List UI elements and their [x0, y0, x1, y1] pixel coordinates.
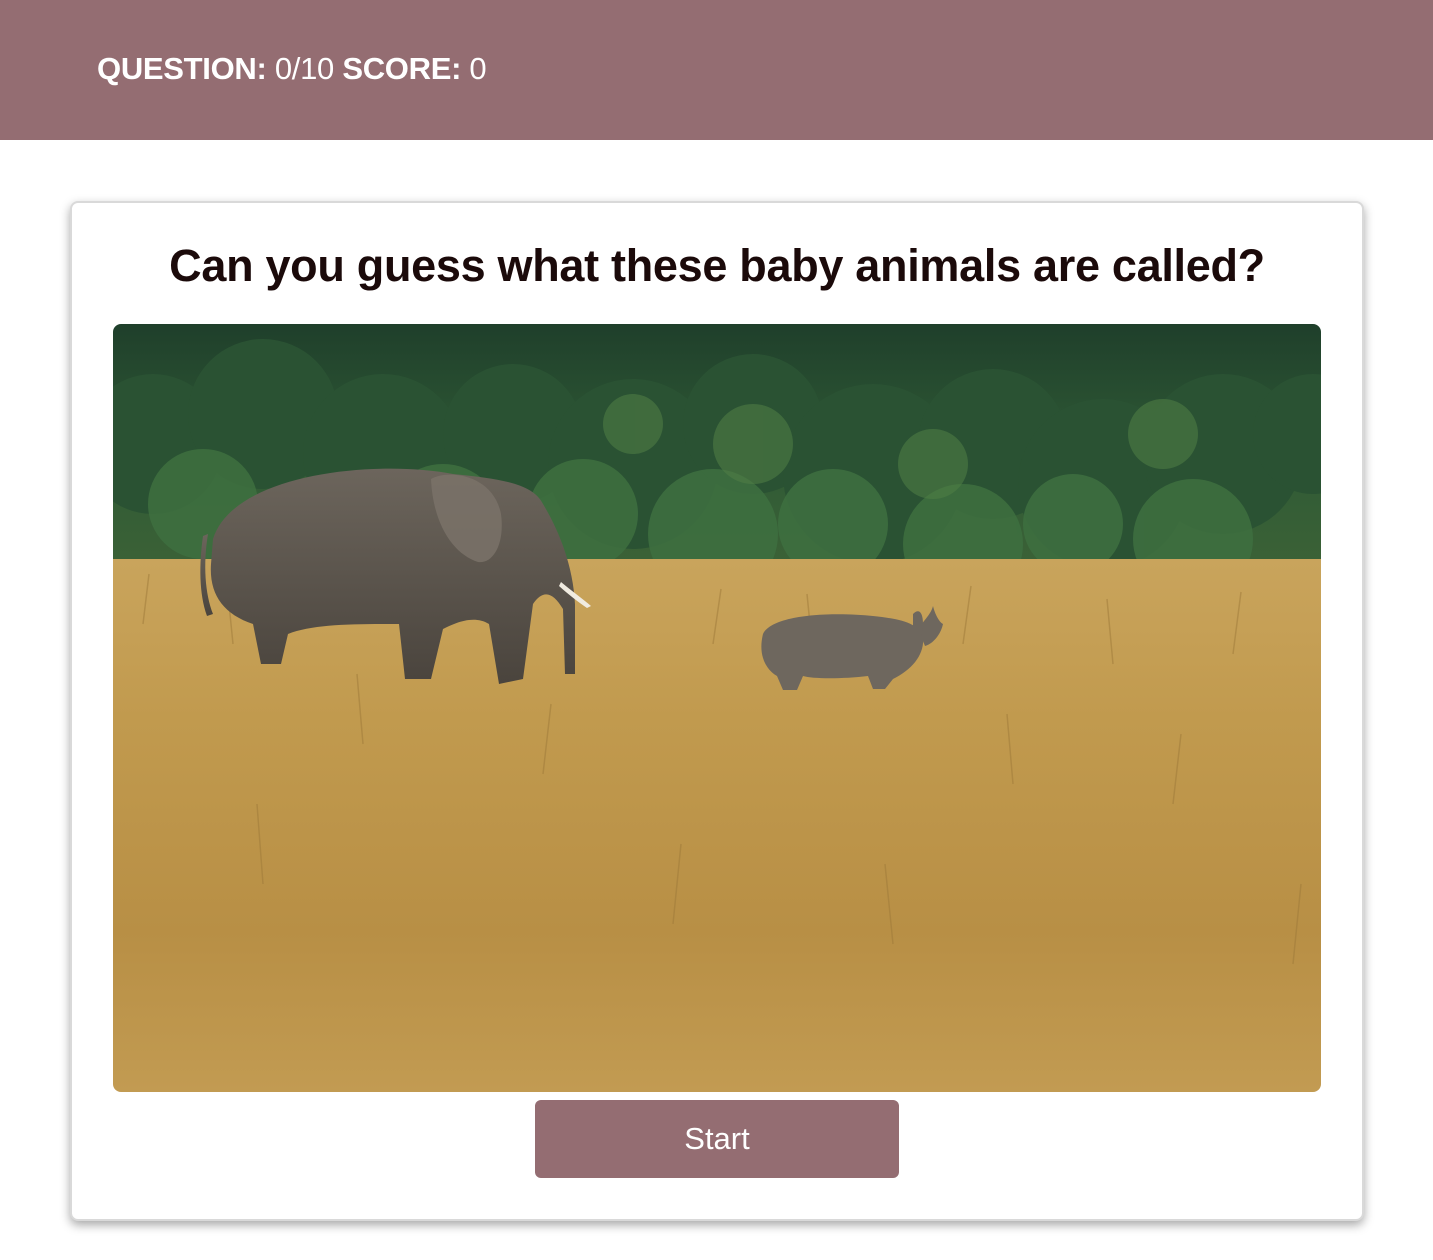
score-label: SCORE: [342, 51, 462, 86]
quiz-card: Can you guess what these baby animals ar… [70, 201, 1364, 1221]
elephants-photo [113, 324, 1321, 1092]
start-button[interactable]: Start [535, 1100, 899, 1178]
score-value: 0 [469, 51, 487, 86]
question-counter: 0/10 [274, 51, 334, 86]
question-label: QUESTION: [97, 51, 267, 86]
quiz-status: QUESTION: 0/10 SCORE: 0 [97, 49, 487, 89]
question-title: Can you guess what these baby animals ar… [169, 240, 1265, 291]
top-bar: QUESTION: 0/10 SCORE: 0 [0, 0, 1433, 140]
